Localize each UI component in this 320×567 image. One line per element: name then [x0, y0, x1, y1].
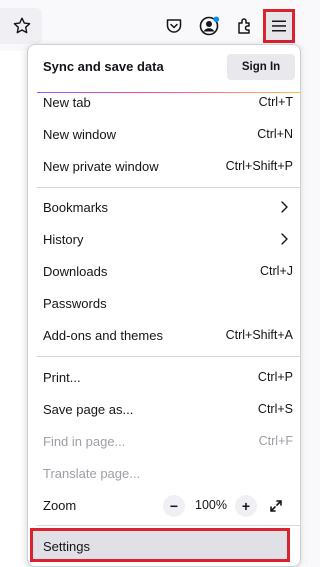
zoom-controls: − 100% + — [161, 495, 295, 517]
menu-item-label: Bookmarks — [43, 200, 109, 215]
sync-section: Sync and save data Sign In — [28, 45, 300, 89]
menu-separator — [37, 356, 301, 357]
pocket-icon[interactable] — [160, 12, 188, 40]
menu-item-label: Save page as... — [43, 402, 134, 417]
menu-item-label: New private window — [43, 159, 159, 174]
menu-item-new-window[interactable]: New window Ctrl+N — [33, 120, 295, 150]
menu-item-find-in-page[interactable]: Find in page... Ctrl+F — [33, 427, 295, 457]
zoom-in-button[interactable]: + — [235, 495, 257, 517]
menu-item-label: New tab — [43, 95, 91, 110]
menu-separator — [37, 187, 301, 188]
menu-item-shortcut: Ctrl+N — [257, 127, 293, 141]
menu-item-shortcut: Ctrl+J — [260, 264, 293, 278]
app-menu-button[interactable] — [263, 9, 295, 43]
chevron-right-icon — [277, 200, 291, 217]
menu-item-shortcut: Ctrl+P — [257, 370, 293, 384]
menu-item-new-tab[interactable]: New tab Ctrl+T — [33, 88, 295, 118]
menu-item-label: Add-ons and themes — [43, 328, 163, 343]
menu-item-label: New window — [43, 127, 116, 142]
menu-item-label: Passwords — [43, 296, 107, 311]
menu-item-zoom: Zoom − 100% + — [33, 491, 295, 521]
menu-item-shortcut: Ctrl+F — [258, 434, 293, 448]
zoom-out-button[interactable]: − — [163, 495, 185, 517]
extensions-icon[interactable] — [231, 12, 259, 40]
zoom-label: Zoom — [43, 498, 77, 513]
menu-item-save-page-as[interactable]: Save page as... Ctrl+S — [33, 395, 295, 425]
chevron-right-icon — [277, 232, 291, 249]
menu-item-shortcut: Ctrl+Shift+P — [225, 159, 293, 173]
menu-item-downloads[interactable]: Downloads Ctrl+J — [33, 257, 295, 287]
menu-item-history[interactable]: History — [33, 225, 295, 255]
menu-item-new-private-window[interactable]: New private window Ctrl+Shift+P — [33, 152, 295, 182]
star-icon[interactable] — [8, 12, 36, 40]
sync-label: Sync and save data — [43, 59, 164, 74]
menu-item-addons-and-themes[interactable]: Add-ons and themes Ctrl+Shift+A — [33, 321, 295, 351]
menu-item-passwords[interactable]: Passwords — [33, 289, 295, 319]
menu-item-settings[interactable]: Settings — [30, 528, 290, 562]
menu-item-bookmarks[interactable]: Bookmarks — [33, 193, 295, 223]
menu-item-shortcut: Ctrl+S — [257, 402, 293, 416]
menu-item-label: Downloads — [43, 264, 108, 279]
fullscreen-button[interactable] — [265, 495, 287, 517]
menu-item-shortcut: Ctrl+T — [258, 95, 293, 109]
app-menu-panel: Sync and save data Sign In New tab Ctrl+… — [27, 44, 301, 567]
sign-in-button[interactable]: Sign In — [227, 54, 295, 80]
menu-item-label: Find in page... — [43, 434, 126, 449]
menu-separator — [37, 525, 301, 526]
menu-item-label: Print... — [43, 370, 81, 385]
menu-item-translate-page[interactable]: Translate page... — [33, 459, 295, 489]
account-icon[interactable] — [195, 12, 223, 40]
menu-item-print[interactable]: Print... Ctrl+P — [33, 363, 295, 393]
app-menu-icon — [272, 20, 286, 32]
menu-item-shortcut: Ctrl+Shift+A — [225, 328, 293, 342]
menu-item-label: Settings — [43, 539, 90, 554]
fullscreen-icon — [270, 500, 282, 512]
zoom-value[interactable]: 100% — [193, 498, 229, 512]
menu-item-label: Translate page... — [43, 466, 141, 481]
menu-item-label: History — [43, 232, 84, 247]
